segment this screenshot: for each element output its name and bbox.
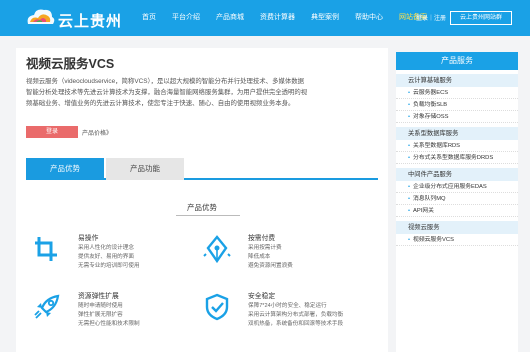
bullet-icon: • [408,102,411,108]
section-title: 产品优势 [187,203,217,212]
pen-nib-icon [203,235,231,264]
sidebar-item-label: 消息队列MQ [413,196,446,202]
main-nav: 首页 平台介绍 产品商城 资费计算器 典型案例 帮助中心 网站备案 [134,0,435,36]
feature-title: 资源弹性扩展 [78,293,119,300]
bullet-icon: • [408,114,411,120]
nav-cases[interactable]: 典型案例 [303,0,347,36]
feature-line: 弹性扩展无限扩容 [78,312,123,318]
feature-line: 避免资源闲置浪费 [248,263,293,269]
page-title: 视频云服务VCS [26,57,115,71]
bullet-icon: • [408,155,411,161]
sidebar-item-slb[interactable]: • 负载均衡SLB [396,99,518,111]
feature-pay-as-you-go: 按需付费 采用按需计费 降低成本 避免资源闲置浪费 [202,232,372,282]
bullet-icon: • [408,208,411,214]
section-divider [176,215,240,216]
nav-help-center[interactable]: 帮助中心 [347,0,391,36]
product-tabs: 产品优势 产品功能 [26,158,378,180]
crop-icon [35,237,57,261]
sidebar-item-edas[interactable]: • 企业级分布式应用服务EDAS [396,181,518,193]
sidebar-item-label: 分布式关系型数据库服务DRDS [413,155,494,161]
cloud-logo-icon [27,9,55,24]
product-description: 视频云服务（videocloudservice，简称VCS），是以超大规模的智能… [26,78,308,108]
feature-elastic-scaling: 资源弹性扩展 随时申请随时使用 弹性扩展无限扩容 无需担心性能和技术限制 [32,290,202,340]
sidebar-item-mq[interactable]: • 消息队列MQ [396,193,518,205]
feature-security-stability: 安全稳定 保障7*24小时的安全、稳定运行 采用云计算架构分布式部署，负载均衡 … [202,290,372,340]
nav-price-calculator[interactable]: 资费计算器 [252,0,303,36]
bullet-icon: • [408,143,411,149]
feature-line: 随时申请随时使用 [78,303,123,309]
rocket-icon [34,294,60,319]
sidebar-group-middleware[interactable]: 中间件产品服务 [396,168,518,181]
feature-line: 降低成本 [248,254,271,260]
product-sidebar: 产品服务 云计算基础服务 • 云服务器ECS • 负载均衡SLB • 对象存储OSS … [396,52,518,352]
sidebar-item-label: 关系型数据库RDS [413,143,461,149]
sidebar-item-label: 视频云服务VCS [413,237,454,243]
price-link[interactable]: 产品价格》 [82,128,112,137]
nav-product-mall[interactable]: 产品商城 [208,0,252,36]
feature-line: 提供友好、易用的界面 [78,254,134,260]
feature-line: 无需担心性能和技术限制 [78,321,140,327]
sidebar-group-database[interactable]: 关系型数据库服务 [396,127,518,140]
feature-line: 双机热备，系统备份和回滚等技术手段 [248,321,344,327]
sidebar-item-label: 云服务器ECS [413,90,449,96]
sidebar-item-rds[interactable]: • 关系型数据库RDS [396,140,518,152]
bullet-icon: • [408,184,411,190]
feature-line: 采用云计算架构分布式部署，负载均衡 [248,312,344,318]
sidebar-item-label: 负载均衡SLB [413,102,448,108]
site-logo[interactable]: 云上贵州 [24,4,136,32]
sidebar-group-cloud-basic[interactable]: 云计算基础服务 [396,74,518,87]
site-group-button[interactable]: 云上贵州网站群 [450,11,512,25]
tab-functions[interactable]: 产品功能 [106,158,184,180]
feature-line: 无需专业的培训即可使用 [78,263,140,269]
sidebar-item-label: API网关 [413,208,434,214]
sidebar-item-oss[interactable]: • 对象存储OSS [396,111,518,123]
bullet-icon: • [408,90,411,96]
sidebar-group-video-cloud[interactable]: 视频云服务 [396,221,518,234]
logo-text: 云上贵州 [58,12,123,30]
sidebar-title: 产品服务 [396,52,518,70]
sidebar-item-api-gateway[interactable]: • API网关 [396,205,518,217]
sidebar-item-ecs[interactable]: • 云服务器ECS [396,87,518,99]
product-main-panel: 视频云服务VCS 视频云服务（videocloudservice，简称VCS），… [16,48,388,352]
tab-advantages[interactable]: 产品优势 [26,158,104,180]
login-register-link[interactable]: 登录｜注册 [416,13,446,22]
feature-line: 采用按需计费 [248,245,282,251]
shield-check-icon [205,293,229,321]
feature-title: 按需付费 [248,235,276,242]
feature-title: 易操作 [78,235,99,242]
nav-platform-intro[interactable]: 平台介绍 [164,0,208,36]
login-button[interactable]: 登录 [26,126,78,138]
bullet-icon: • [408,237,411,243]
sidebar-item-label: 企业级分布式应用服务EDAS [413,184,487,190]
sidebar-item-label: 对象存储OSS [413,114,449,120]
feature-line: 采用人性化的设计理念 [78,245,134,251]
feature-line: 保障7*24小时的安全、稳定运行 [248,303,327,309]
nav-home[interactable]: 首页 [134,0,164,36]
sidebar-item-vcs[interactable]: • 视频云服务VCS [396,234,518,246]
feature-easy-operation: 易操作 采用人性化的设计理念 提供友好、易用的界面 无需专业的培训即可使用 [32,232,202,282]
top-header: 云上贵州 首页 平台介绍 产品商城 资费计算器 典型案例 帮助中心 网站备案 登… [0,0,530,36]
feature-title: 安全稳定 [248,293,276,300]
sidebar-item-drds[interactable]: • 分布式关系型数据库服务DRDS [396,152,518,164]
bullet-icon: • [408,196,411,202]
